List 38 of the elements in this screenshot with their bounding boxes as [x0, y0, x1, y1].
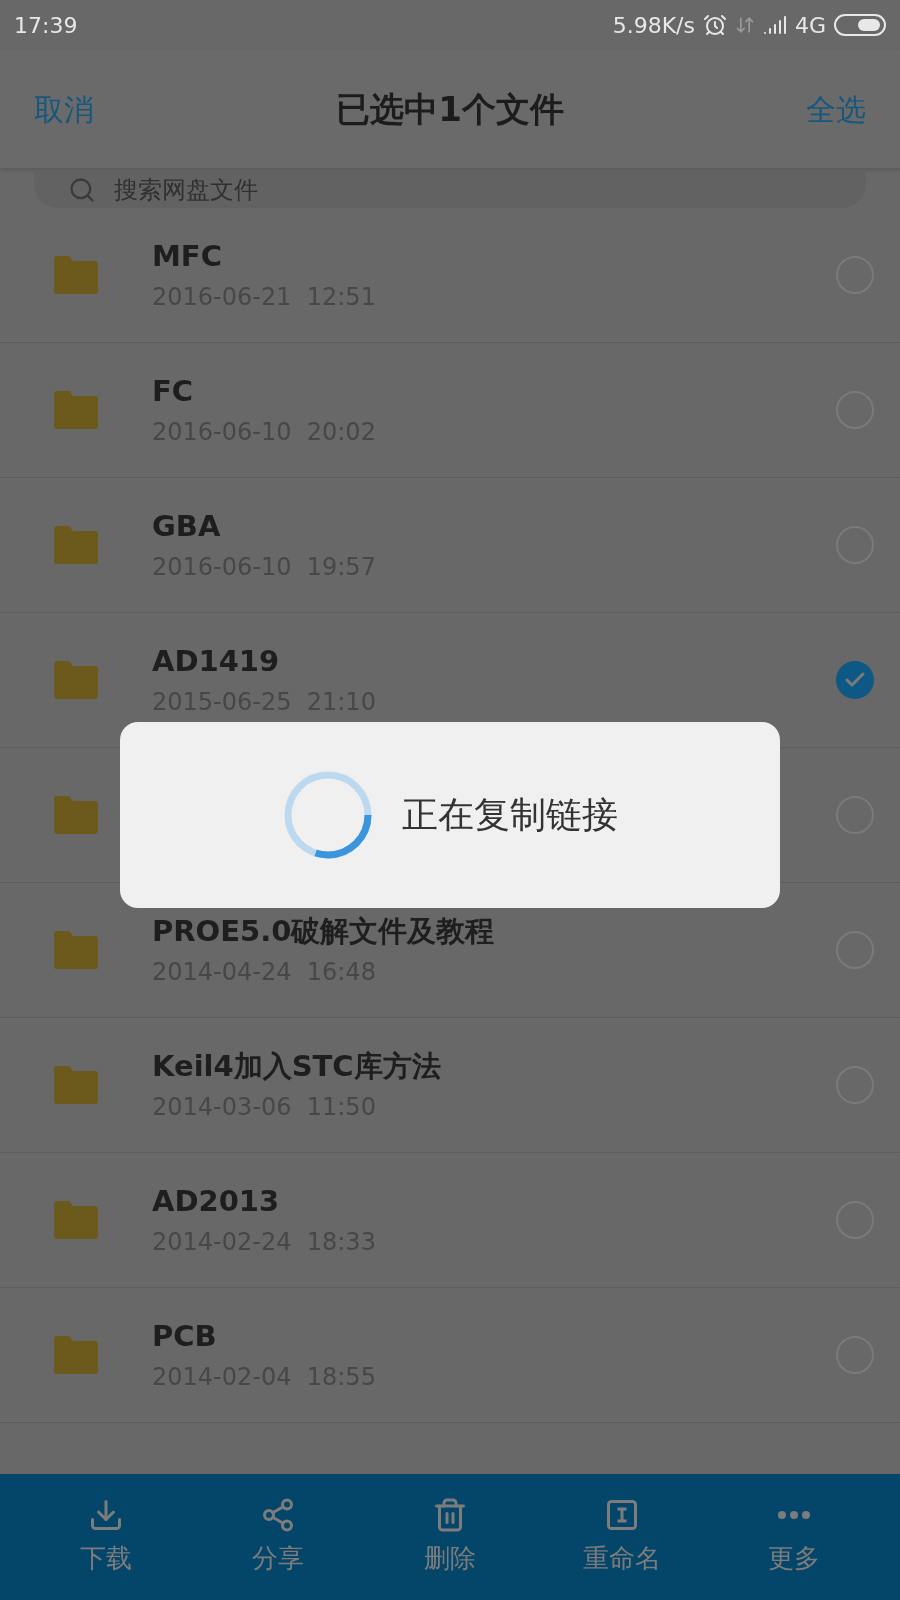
- delete-icon: [432, 1496, 468, 1533]
- status-time: 17:39: [14, 11, 78, 40]
- file-name: GBA: [152, 508, 222, 546]
- toolbar-button[interactable]: 重命名: [547, 1496, 697, 1578]
- folder-icon: [52, 930, 100, 970]
- file-name: AD2013: [152, 1183, 281, 1221]
- folder-icon: [52, 525, 100, 565]
- file-name: PCB: [152, 1318, 218, 1356]
- select-all-button[interactable]: 全选: [806, 86, 866, 132]
- data-arrows-icon: [734, 15, 755, 35]
- folder-icon: [52, 1335, 100, 1375]
- file-name: MFC: [152, 238, 223, 276]
- folder-icon: [52, 1065, 100, 1105]
- toolbar-button[interactable]: 删除: [375, 1496, 525, 1578]
- select-checkbox[interactable]: [836, 661, 874, 699]
- folder-icon: [52, 1200, 100, 1240]
- toolbar-button[interactable]: 分享: [203, 1496, 353, 1578]
- toolbar-button[interactable]: 更多: [719, 1496, 869, 1578]
- share-icon: [260, 1496, 296, 1533]
- file-name: AD1419: [152, 643, 281, 681]
- alarm-icon: [702, 13, 727, 37]
- file-name: Keil4加入STC库方法: [152, 1048, 442, 1086]
- folder-icon: [52, 390, 100, 430]
- more-icon: [778, 1510, 810, 1519]
- signal-icon: [762, 13, 787, 37]
- folder-icon: [52, 660, 100, 700]
- file-name: FC: [152, 373, 195, 411]
- loading-message: 正在复制链接: [402, 793, 618, 837]
- network-speed: 5.98K/s: [612, 11, 695, 40]
- battery-icon: [834, 14, 886, 36]
- cancel-button[interactable]: 取消: [34, 86, 94, 132]
- network-type: 4G: [794, 11, 826, 40]
- folder-icon: [52, 795, 100, 835]
- search-icon: [68, 176, 96, 204]
- file-name: PROE5.0破解文件及教程: [152, 913, 496, 951]
- folder-icon: [52, 255, 100, 295]
- header-title: 已选中1个文件: [336, 87, 564, 131]
- toolbar-button[interactable]: 下载: [31, 1496, 181, 1578]
